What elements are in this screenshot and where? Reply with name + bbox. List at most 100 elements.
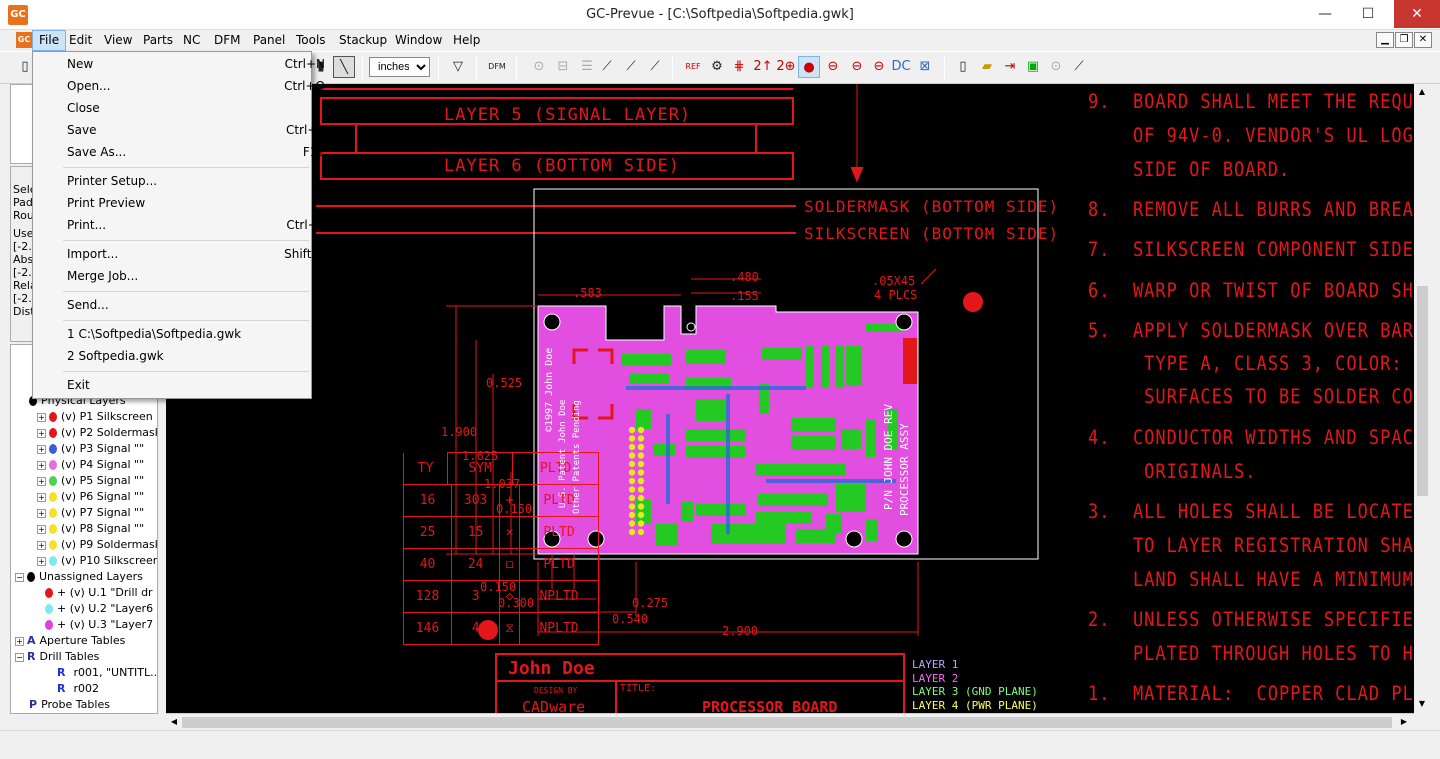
doc-new-icon[interactable]: ▯: [952, 56, 974, 78]
probe2-icon[interactable]: ⊖: [822, 56, 844, 78]
cross-icon[interactable]: ⊠: [914, 56, 936, 78]
probe-icon[interactable]: ●: [798, 56, 820, 78]
draw-line-icon[interactable]: ╲: [333, 56, 355, 78]
stack-icon[interactable]: ☰: [576, 56, 598, 78]
panel-icon[interactable]: ▣: [1022, 56, 1044, 78]
vertical-scroll-thumb[interactable]: [1417, 286, 1428, 496]
menu-item-exit[interactable]: Exit: [67, 375, 311, 395]
expand-icon[interactable]: +: [37, 540, 46, 550]
probe3-icon[interactable]: ⊖: [846, 56, 868, 78]
axis2-icon[interactable]: ⟋: [620, 56, 642, 78]
axis3-icon[interactable]: ⟋: [644, 56, 666, 78]
component-icon[interactable]: ⚙: [706, 56, 728, 78]
net2-icon[interactable]: 2⊕: [775, 56, 797, 78]
menu-item-close[interactable]: Close: [67, 98, 311, 118]
units-select[interactable]: inches: [369, 57, 430, 77]
expand-icon[interactable]: +: [37, 556, 46, 566]
scroll-left-icon[interactable]: ◀: [168, 716, 180, 728]
expand-icon[interactable]: +: [37, 492, 46, 502]
menu-nc[interactable]: NC: [177, 30, 206, 51]
axis4-icon[interactable]: ⟋: [1068, 56, 1090, 78]
expand-icon[interactable]: +: [37, 412, 46, 422]
tree-probe-tables[interactable]: P Probe Tables: [29, 697, 110, 713]
mdi-minimize-icon[interactable]: ▁: [1376, 32, 1394, 48]
menu-help[interactable]: Help: [447, 30, 486, 51]
drawing-canvas[interactable]: LAYER 5 (SIGNAL LAYER) LAYER 6 (BOTTOM S…: [166, 84, 1414, 713]
tree-aperture-tables[interactable]: + A Aperture Tables: [15, 633, 125, 649]
mdi-close-icon[interactable]: ✕: [1414, 32, 1432, 48]
menu-item-print-preview[interactable]: Print Preview: [67, 193, 311, 213]
horizontal-scrollbar[interactable]: ◀ ▶: [166, 713, 1414, 730]
tree-item-physical-layer[interactable]: + (v) P10 Silkscreen: [37, 553, 157, 569]
tree-drill-item[interactable]: Rr001, "UNTITL...: [57, 665, 157, 681]
menu-item-open[interactable]: Open... Ctrl+O: [67, 76, 325, 96]
menu-view[interactable]: View: [98, 30, 138, 51]
net-icon[interactable]: 2↑: [752, 56, 774, 78]
menu-file[interactable]: File: [32, 30, 67, 51]
measure-icon[interactable]: ⊙: [528, 56, 550, 78]
align-icon[interactable]: ⊟: [552, 56, 574, 78]
expand-icon[interactable]: +: [15, 636, 24, 646]
mdi-restore-icon[interactable]: ❐: [1395, 32, 1413, 48]
tree-item-physical-layer[interactable]: + (v) P1 Silkscreen: [37, 409, 153, 425]
tree-item-physical-layer[interactable]: + (v) P8 Signal "": [37, 521, 144, 537]
tree-drill-item[interactable]: Rr002: [57, 681, 99, 697]
expand-icon[interactable]: +: [37, 444, 46, 454]
menu-edit[interactable]: Edit: [63, 30, 98, 51]
tree-item-physical-layer[interactable]: + (v) P4 Signal "": [37, 457, 144, 473]
ref-icon[interactable]: REF: [682, 56, 704, 78]
menu-stackup[interactable]: Stackup: [333, 30, 393, 51]
menu-item-merge-job[interactable]: Merge Job...: [67, 266, 311, 286]
collapse-icon[interactable]: −: [15, 652, 24, 662]
import-icon[interactable]: ⇥: [999, 56, 1021, 78]
tree-item-u1[interactable]: + (v) U.1 "Drill dr: [45, 585, 153, 601]
tree-item-physical-layer[interactable]: + (v) P7 Signal "": [37, 505, 144, 521]
expand-icon[interactable]: +: [37, 524, 46, 534]
filter-icon[interactable]: ▽: [447, 56, 469, 78]
tree-item-physical-layer[interactable]: + (v) P5 Signal "": [37, 473, 144, 489]
expand-icon[interactable]: +: [37, 508, 46, 518]
disabled-icon[interactable]: ⊙: [1045, 56, 1067, 78]
open-folder-icon[interactable]: ▰: [976, 56, 998, 78]
expand-icon[interactable]: +: [37, 476, 46, 486]
menu-tools[interactable]: Tools: [290, 30, 332, 51]
tree-item-physical-layer[interactable]: + (v) P2 Soldermask: [37, 425, 157, 441]
expand-icon[interactable]: +: [37, 460, 46, 470]
menu-parts[interactable]: Parts: [137, 30, 179, 51]
menu-item-send[interactable]: Send...: [67, 295, 311, 315]
tree-item-physical-layer[interactable]: + (v) P6 Signal "": [37, 489, 144, 505]
doc-icon[interactable]: GC: [16, 32, 32, 48]
menu-dfm[interactable]: DFM: [208, 30, 247, 51]
menu-item-printer-setup[interactable]: Printer Setup...: [67, 171, 311, 191]
menu-item-save[interactable]: Save Ctrl+S: [67, 120, 325, 140]
menu-item-import[interactable]: Import... Shift+I: [67, 244, 325, 264]
dc-icon[interactable]: DC: [890, 56, 912, 78]
tree-unassigned-layers[interactable]: − Unassigned Layers: [15, 569, 143, 585]
tree-drill-tables[interactable]: − R Drill Tables: [15, 649, 99, 665]
scroll-down-icon[interactable]: ▼: [1416, 698, 1428, 710]
axis-icon[interactable]: ⟋: [596, 56, 618, 78]
tree-item-physical-layer[interactable]: + (v) P9 Soldermask: [37, 537, 157, 553]
horizontal-scroll-thumb[interactable]: [182, 717, 1392, 728]
minimize-icon[interactable]: —: [1305, 0, 1345, 28]
tree-item-physical-layer[interactable]: + (v) P3 Signal "": [37, 441, 144, 457]
scroll-right-icon[interactable]: ▶: [1398, 716, 1410, 728]
menu-item-new[interactable]: New Ctrl+N: [67, 54, 325, 74]
expand-icon[interactable]: +: [37, 428, 46, 438]
tree-item-u3[interactable]: + (v) U.3 "Layer7: [45, 617, 153, 633]
dfm-icon[interactable]: DFM: [486, 56, 508, 78]
menu-item-recent-1[interactable]: 1 C:\Softpedia\Softpedia.gwk: [67, 324, 311, 344]
menu-item-recent-2[interactable]: 2 Softpedia.gwk: [67, 346, 311, 366]
collapse-icon[interactable]: −: [15, 572, 24, 582]
menu-panel[interactable]: Panel: [247, 30, 291, 51]
scroll-up-icon[interactable]: ▲: [1416, 86, 1428, 98]
close-icon[interactable]: ✕: [1394, 0, 1440, 28]
menu-window[interactable]: Window: [389, 30, 448, 51]
maximize-icon[interactable]: ☐: [1348, 0, 1388, 28]
probe4-icon[interactable]: ⊖: [868, 56, 890, 78]
menu-item-print[interactable]: Print... Ctrl+P: [67, 215, 325, 235]
pads-icon[interactable]: ⋕: [728, 56, 750, 78]
vertical-scrollbar[interactable]: ▲ ▼: [1414, 84, 1431, 713]
tree-item-u2[interactable]: + (v) U.2 "Layer6: [45, 601, 153, 617]
menu-item-save-as[interactable]: Save As... F12: [67, 142, 325, 162]
